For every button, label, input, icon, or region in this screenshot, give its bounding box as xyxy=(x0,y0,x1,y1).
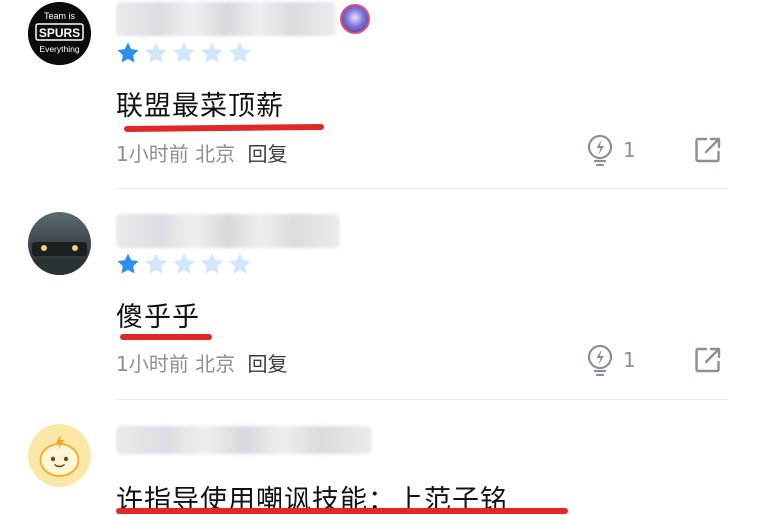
highlight-underline xyxy=(116,508,568,514)
lightbulb-like-icon xyxy=(587,344,613,376)
avatar[interactable] xyxy=(28,424,91,487)
star-empty-icon xyxy=(145,42,167,63)
avatar[interactable] xyxy=(28,212,91,275)
divider xyxy=(116,399,728,400)
star-empty-icon xyxy=(229,253,251,274)
comment-time: 1小时前 xyxy=(116,142,189,166)
star-empty-icon xyxy=(173,42,195,63)
share-icon[interactable] xyxy=(694,346,722,374)
highlight-underline xyxy=(123,123,325,133)
svg-text:SPURS: SPURS xyxy=(39,26,80,40)
star-empty-icon xyxy=(229,42,251,63)
star-empty-icon xyxy=(145,253,167,274)
like-button[interactable]: 1 xyxy=(585,344,636,376)
comment-location: 北京 xyxy=(195,142,236,166)
rating-stars xyxy=(116,41,252,65)
star-empty-icon xyxy=(173,253,195,274)
rating-stars xyxy=(116,252,252,276)
username-redacted[interactable] xyxy=(116,426,372,454)
user-badge-icon xyxy=(340,4,370,34)
star-empty-icon xyxy=(201,253,223,274)
star-filled-icon xyxy=(117,42,139,63)
star-empty-icon xyxy=(201,42,223,63)
comment-list: Team is SPURS Everything 联盟最菜顶薪 1小时前 北京 … xyxy=(0,0,758,515)
share-icon[interactable] xyxy=(694,136,722,164)
svg-text:Team is: Team is xyxy=(44,11,76,21)
lightbulb-like-icon xyxy=(587,134,613,166)
highlight-underline xyxy=(120,334,212,340)
username-redacted[interactable] xyxy=(116,214,340,248)
comment-meta: 1小时前 北京 回复 xyxy=(116,348,287,377)
comment-time: 1小时前 xyxy=(116,352,189,376)
reply-button[interactable]: 回复 xyxy=(247,352,287,376)
like-count: 1 xyxy=(623,138,636,162)
comment-text: 联盟最菜顶薪 xyxy=(116,91,284,122)
svg-text:Everything: Everything xyxy=(39,44,79,54)
comment-text: 傻乎乎 xyxy=(116,302,200,333)
comment-location: 北京 xyxy=(195,352,236,376)
reply-button[interactable]: 回复 xyxy=(247,142,287,166)
username-redacted[interactable] xyxy=(116,2,336,36)
like-button[interactable]: 1 xyxy=(585,134,636,166)
divider xyxy=(116,188,728,189)
star-filled-icon xyxy=(117,253,139,274)
comment-meta: 1小时前 北京 回复 xyxy=(116,138,287,167)
like-count: 1 xyxy=(623,348,636,372)
avatar[interactable]: Team is SPURS Everything xyxy=(28,2,91,65)
